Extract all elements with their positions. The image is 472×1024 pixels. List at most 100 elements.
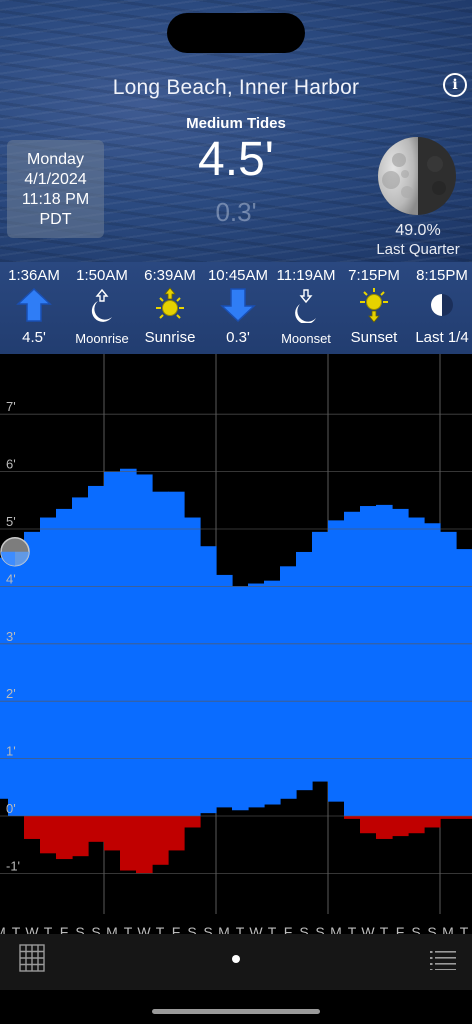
high-tide-bar xyxy=(408,517,425,816)
high-tide-bar xyxy=(216,574,233,808)
event-moonset[interactable]: 11:19AM Moonset xyxy=(272,262,340,354)
below-zero-bar xyxy=(104,816,121,851)
high-tide-bar xyxy=(232,586,249,811)
high-tide-bar xyxy=(296,551,313,791)
event-high-tide[interactable]: 1:36AM 4.5' xyxy=(0,262,68,354)
high-tide-bar xyxy=(264,580,281,805)
bottom-toolbar xyxy=(0,934,472,990)
y-tick-label: 3' xyxy=(6,629,16,644)
below-zero-bar xyxy=(184,816,201,828)
tide-chart-svg[interactable]: 7'6'5'4'3'2'1'0'-1' MTWTFSSMTWTFSSMTWTFS… xyxy=(0,354,472,944)
below-zero-bar xyxy=(168,816,185,851)
moon-last-quarter-icon xyxy=(378,137,456,215)
below-zero-bar xyxy=(360,816,377,834)
time-value: 11:18 PM xyxy=(21,191,90,208)
tide-header: Long Beach, Inner Harbor i Medium Tides … xyxy=(0,0,472,262)
high-tide-bar xyxy=(344,511,361,816)
event-time: 1:50AM xyxy=(76,267,128,284)
high-tide-bar xyxy=(24,531,41,816)
event-time: 11:19AM xyxy=(276,267,336,284)
event-label: 4.5' xyxy=(22,329,46,346)
moon-illumination: 49.0% xyxy=(395,222,441,239)
event-label: Moonrise xyxy=(75,331,129,346)
high-tide-bar xyxy=(376,504,393,816)
below-zero-bar xyxy=(344,816,361,819)
sunset-icon xyxy=(360,288,388,323)
y-tick-label: 5' xyxy=(6,514,16,529)
date-time-box[interactable]: Monday 4/1/2024 11:18 PM PDT xyxy=(7,140,104,238)
event-label: Sunset xyxy=(350,329,398,346)
location-title[interactable]: Long Beach, Inner Harbor xyxy=(0,76,472,100)
event-low-tide[interactable]: 10:45AM 0.3' xyxy=(204,262,272,354)
below-zero-bar xyxy=(136,816,153,874)
event-time: 6:39AM xyxy=(144,267,196,284)
tide-events-strip[interactable]: 1:36AM 4.5' 1:50AM Moonrise 6:39AM Sunri… xyxy=(0,262,472,354)
high-tide-bar xyxy=(152,491,169,816)
moonset-icon xyxy=(295,289,316,323)
event-time: 7:15PM xyxy=(348,267,400,284)
below-zero-bar xyxy=(392,816,409,837)
low-tide-arrow-down-icon xyxy=(220,288,256,323)
high-tide-bar xyxy=(88,485,105,816)
moonrise-icon xyxy=(91,288,112,322)
below-zero-bar xyxy=(72,816,89,857)
info-icon[interactable]: i xyxy=(443,73,467,97)
below-zero-bar xyxy=(56,816,73,860)
high-tide-bar xyxy=(392,508,409,816)
y-tick-label: 7' xyxy=(6,399,16,414)
high-tide-arrow-up-icon xyxy=(16,287,52,322)
below-zero-bar xyxy=(424,816,441,828)
below-zero-bar xyxy=(120,816,137,871)
y-tick-label: 2' xyxy=(6,686,16,701)
below-zero-bar xyxy=(408,816,425,834)
dynamic-island xyxy=(167,13,305,53)
event-moonrise[interactable]: 1:50AM Moonrise xyxy=(68,262,136,354)
event-time: 8:15PM xyxy=(416,267,468,284)
event-label: Sunrise xyxy=(144,329,196,346)
event-label: Moonset xyxy=(281,331,331,346)
below-zero-bar xyxy=(376,816,393,839)
date-value: 4/1/2024 xyxy=(24,171,87,188)
high-tide-bar xyxy=(280,566,297,799)
below-zero-bar xyxy=(440,816,457,819)
event-sunset[interactable]: 7:15PM Sunset xyxy=(340,262,408,354)
list-icon[interactable] xyxy=(430,950,456,970)
high-tide-bar xyxy=(248,583,265,808)
tide-chart[interactable]: 7'6'5'4'3'2'1'0'-1' MTWTFSSMTWTFSSMTWTFS… xyxy=(0,354,472,944)
timezone-value: PDT xyxy=(39,211,72,228)
sunrise-icon xyxy=(156,287,184,319)
event-label: 0.3' xyxy=(226,329,250,346)
high-tide-bar xyxy=(440,531,457,816)
high-tide-bar xyxy=(56,508,73,816)
y-tick-label: 4' xyxy=(6,571,16,586)
below-zero-bar xyxy=(40,816,57,854)
y-tick-label: -1' xyxy=(6,858,20,873)
below-zero-bar xyxy=(88,816,105,842)
moon-phase-label: Last Quarter xyxy=(376,241,460,258)
high-tide-bar xyxy=(424,523,441,816)
high-tide-bar xyxy=(136,474,153,816)
high-tide-bar xyxy=(360,506,377,816)
day-of-week: Monday xyxy=(27,151,84,168)
below-zero-bar xyxy=(152,816,169,865)
high-tide-bar xyxy=(40,517,57,816)
half-moon-icon xyxy=(431,294,453,316)
event-sunrise[interactable]: 6:39AM Sunrise xyxy=(136,262,204,354)
y-tick-label: 1' xyxy=(6,744,16,759)
event-time: 10:45AM xyxy=(207,267,269,284)
event-time: 1:36AM xyxy=(8,267,60,284)
high-tide-bar xyxy=(120,468,137,816)
page-indicator-dot[interactable] xyxy=(232,955,240,963)
high-tide-bar xyxy=(72,497,89,816)
high-tide-bar xyxy=(312,531,329,782)
y-tick-label: 6' xyxy=(6,457,16,472)
home-indicator[interactable] xyxy=(152,1009,320,1014)
high-tide-bar xyxy=(456,549,472,816)
below-zero-bar xyxy=(24,816,41,839)
below-zero-bar xyxy=(456,816,472,819)
grid-calendar-icon[interactable] xyxy=(19,944,45,972)
high-tide-bar xyxy=(184,517,201,816)
high-tide-bar xyxy=(0,557,9,799)
event-last-quarter[interactable]: 8:15PM Last 1/4 xyxy=(408,262,472,354)
event-label: Last 1/4 xyxy=(415,329,469,346)
